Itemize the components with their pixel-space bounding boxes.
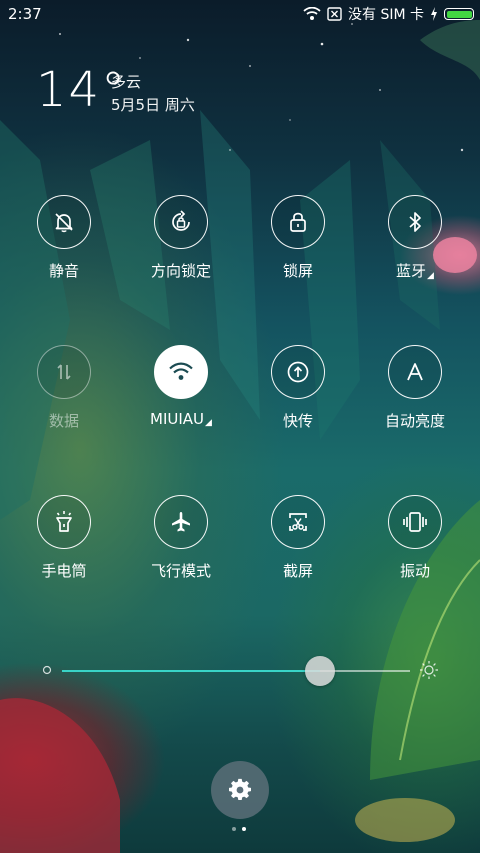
toggle-circle[interactable] [37,345,91,399]
page-dot-active [242,827,246,831]
toggle-label-text: 蓝牙 [396,262,427,280]
gear-icon [229,778,251,801]
toggle-silent[interactable]: 静音 [9,195,119,281]
toggle-circle[interactable] [37,195,91,249]
toggle-label: 飞行模式 [150,562,211,580]
bluetooth-icon [409,212,421,232]
toggle-bluetooth[interactable]: 蓝牙◢ [360,195,470,281]
toggle-screenshot[interactable]: 截屏 [243,495,353,581]
quick-transfer-icon [287,361,309,383]
toggle-label: 方向锁定 [150,262,211,280]
brightness-low-icon [42,665,52,675]
settings-button[interactable] [211,761,269,819]
flashlight-icon [56,511,72,532]
toggle-circle[interactable] [271,345,325,399]
toggle-circle[interactable] [271,495,325,549]
toggle-circle[interactable] [271,195,325,249]
battery-icon [444,8,474,20]
toggle-circle[interactable] [388,195,442,249]
toggle-circle[interactable] [154,195,208,249]
weather-condition: 多云 [111,73,142,91]
toggle-label-text: MIUIAU [150,410,205,428]
toggle-rotation-lock[interactable]: 方向锁定 [126,195,236,281]
sim-card-x-icon [327,7,342,21]
brightness-slider-fill [62,670,320,672]
toggle-circle[interactable] [388,495,442,549]
airplane-icon [172,512,190,532]
brightness-high-icon [420,661,438,679]
toggle-label: 手电筒 [41,562,87,580]
toggle-mobile-data[interactable]: 数据 [9,345,119,431]
toggle-label: 振动 [399,562,430,580]
toggle-label: 锁屏 [282,262,313,280]
toggle-circle[interactable] [154,345,208,399]
screenshot-icon [289,513,307,531]
rotation-lock-icon [172,210,190,231]
bell-off-icon [55,213,73,233]
status-bar: 2:37 没有 SIM 卡 [0,0,480,28]
toggle-label: 自动亮度 [384,412,445,430]
page-indicator [232,827,246,831]
toggle-lock-screen[interactable]: 锁屏 [243,195,353,281]
toggle-label: 数据 [48,412,79,430]
toggle-label: MIUIAU◢ [126,410,236,428]
more-options-indicator-icon: ◢ [205,418,212,428]
toggle-label: 快传 [282,412,313,430]
toggle-vibrate[interactable]: 振动 [360,495,470,581]
wifi-icon [303,7,321,20]
status-icons: 没有 SIM 卡 [303,4,474,24]
toggle-circle[interactable] [388,345,442,399]
toggle-auto-brightness[interactable]: 自动亮度 [360,345,470,431]
toggle-flashlight[interactable]: 手电筒 [9,495,119,581]
brightness-slider[interactable] [62,670,410,672]
status-time: 2:37 [8,5,42,23]
auto-brightness-icon [407,363,423,381]
toggle-circle[interactable] [154,495,208,549]
toggle-quick-transfer[interactable]: 快传 [243,345,353,431]
battery-level-fill [446,10,472,18]
vibrate-icon [403,512,427,532]
brightness-slider-thumb[interactable] [304,656,335,686]
no-sim-text: 没有 SIM 卡 [348,7,424,23]
charging-bolt-icon [431,7,437,21]
page-dot [232,827,236,831]
toggle-label: 蓝牙◢ [360,260,470,281]
lock-icon [290,212,306,232]
toggle-airplane-mode[interactable]: 飞行模式 [126,495,236,581]
wifi-icon [169,362,193,380]
toggle-wifi[interactable]: MIUIAU◢ [126,345,236,428]
mobile-data-icon [57,364,71,380]
toggle-label: 静音 [48,262,79,280]
weather-date: 5月5日 周六 [111,96,195,114]
more-options-indicator-icon: ◢ [427,271,434,281]
toggle-circle[interactable] [37,495,91,549]
toggle-label: 截屏 [282,562,313,580]
